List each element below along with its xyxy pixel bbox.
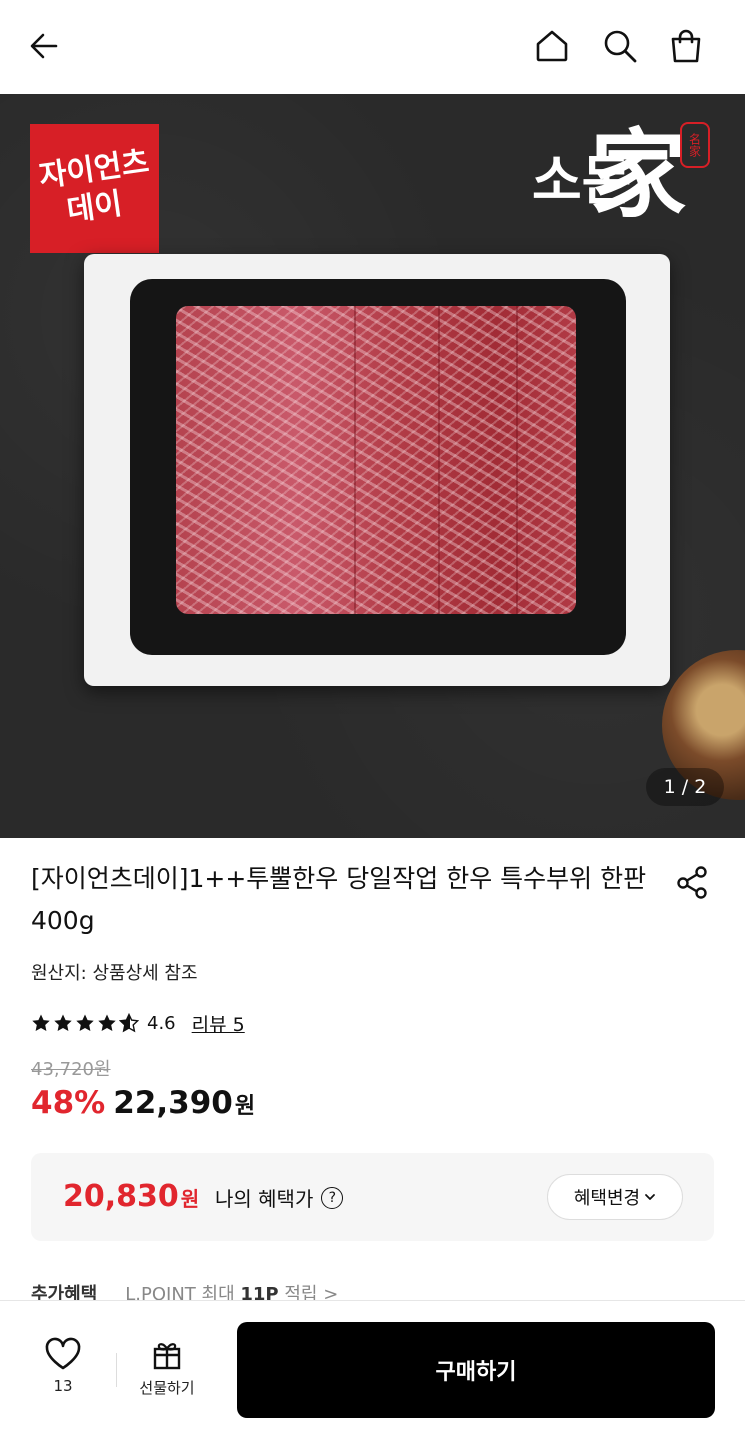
gift-icon [153,1343,181,1370]
product-image-carousel[interactable]: 자이언츠 데이 소돈 家 名家 1 / 2 [0,94,745,838]
beef-slices [176,306,576,614]
benefit-price: 20,830 원 [63,1179,199,1214]
gift-label: 선물하기 [139,1379,195,1397]
bottom-action-bar: 13 선물하기 구매하기 [0,1300,745,1440]
star-icon [98,1014,116,1031]
search-icon[interactable] [598,24,642,68]
brand-badge-line2: 데이 [64,185,125,229]
benefit-label-text: 나의 혜택가 [215,1187,314,1211]
change-benefit-label: 혜택변경 [573,1188,641,1209]
like-count: 13 [53,1377,73,1395]
brand-logo-character: 家 [590,118,686,231]
beef-slice-divider [354,306,356,614]
divider [116,1353,117,1387]
rating-score: 4.6 [147,1012,176,1034]
beef-slice-divider [438,306,440,614]
price-row: 48% 22,390 원 [31,1085,255,1121]
star-icon [76,1014,94,1031]
change-benefit-button[interactable]: 혜택변경 [547,1174,683,1220]
top-bar [0,0,745,94]
point-info: L.POINT 최대 11P 적립 > [125,1280,338,1302]
extra-benefits-row[interactable]: 추가혜택 L.POINT 최대 11P 적립 > [31,1280,338,1302]
review-link[interactable]: 리뷰 5 [192,1010,245,1037]
beef-slice-divider [516,306,518,614]
buy-button[interactable]: 구매하기 [237,1322,715,1418]
sale-price: 22,390 [113,1085,233,1121]
discount-rate: 48% [31,1085,106,1121]
benefit-price-unit: 원 [180,1187,200,1211]
rating-stars [31,1013,139,1033]
gift-button[interactable]: 선물하기 [128,1337,206,1407]
share-icon[interactable] [672,862,712,902]
benefit-price-value: 20,830 [63,1179,179,1214]
brand-badge: 자이언츠 데이 [30,124,159,253]
product-title: [자이언츠데이]1++투뿔한우 당일작업 한우 특수부위 한판 400g [31,864,647,935]
rating-row: 4.6 리뷰 5 [31,1008,245,1038]
heart-icon [45,1337,81,1370]
benefit-label: 나의 혜택가 ? [215,1183,344,1212]
brand-seal: 名家 [680,122,710,168]
original-price: 43,720원 [31,1059,111,1080]
home-icon[interactable] [530,24,574,68]
star-icon [32,1014,50,1031]
origin-info: 원산지: 상품상세 참조 [31,963,198,984]
arrow-left-icon[interactable] [22,24,66,68]
chevron-down-icon [645,1194,656,1200]
half-star-icon [119,1013,139,1033]
question-circle-icon[interactable]: ? [321,1186,344,1209]
extra-benefits-label: 추가혜택 [31,1284,98,1302]
like-button[interactable]: 13 [38,1337,88,1407]
star-icon [54,1014,72,1031]
image-counter: 1 / 2 [646,768,724,806]
shopping-bag-icon[interactable] [664,24,708,68]
price-unit: 원 [234,1094,256,1119]
benefit-price-box: 20,830 원 나의 혜택가 ? 혜택변경 [31,1153,714,1241]
